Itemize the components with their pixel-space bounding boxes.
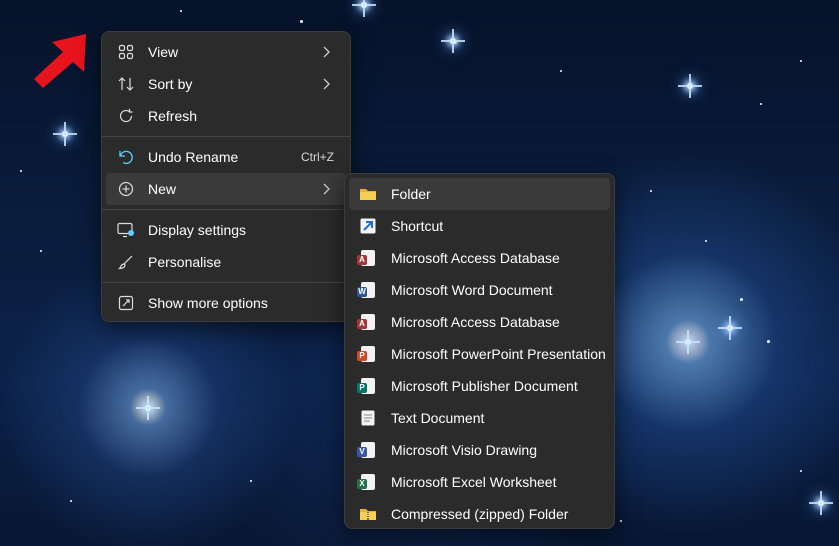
submenu-item-label: Compressed (zipped) Folder <box>391 506 569 522</box>
bright-star <box>718 316 742 340</box>
menu-item-label: Show more options <box>148 295 268 311</box>
star <box>650 190 652 192</box>
menu-item-label: View <box>148 44 179 60</box>
menu-item-view[interactable]: View <box>106 36 346 68</box>
menu-item-new[interactable]: New <box>106 173 346 205</box>
plus-circle-icon <box>117 180 135 198</box>
submenu-item-access-database[interactable]: A Microsoft Access Database <box>349 242 610 274</box>
menu-item-label: Display settings <box>148 222 247 238</box>
bright-star <box>676 330 700 354</box>
shortcut-icon <box>359 217 377 235</box>
bright-star <box>441 29 465 53</box>
star <box>800 470 802 472</box>
submenu-item-folder[interactable]: Folder <box>349 178 610 210</box>
submenu-item-label: Shortcut <box>391 218 444 234</box>
zip-folder-icon <box>359 505 377 523</box>
publisher-icon: P <box>357 377 377 395</box>
submenu-item-shortcut[interactable]: Shortcut <box>349 210 610 242</box>
chevron-right-icon <box>323 46 330 58</box>
submenu-item-access-database-2[interactable]: A Microsoft Access Database <box>349 306 610 338</box>
menu-separator <box>102 209 350 210</box>
brush-icon <box>117 253 135 271</box>
submenu-item-label: Text Document <box>391 410 485 426</box>
submenu-item-zip-folder[interactable]: Compressed (zipped) Folder <box>349 498 610 530</box>
menu-separator <box>102 282 350 283</box>
star <box>560 70 562 72</box>
red-arrow-icon <box>34 34 86 88</box>
star <box>705 240 707 242</box>
word-icon: W <box>357 281 377 299</box>
star <box>800 60 802 62</box>
bright-star <box>352 0 376 17</box>
refresh-icon <box>117 107 135 125</box>
star <box>767 340 770 343</box>
shortcut-hint: Ctrl+Z <box>301 150 334 164</box>
display-icon <box>117 221 135 239</box>
menu-item-label: Refresh <box>148 108 198 124</box>
menu-item-personalise[interactable]: Personalise <box>106 246 346 278</box>
menu-item-label: New <box>148 181 177 197</box>
text-document-icon <box>359 409 377 427</box>
submenu-item-excel[interactable]: X Microsoft Excel Worksheet <box>349 466 610 498</box>
star <box>620 520 622 522</box>
submenu-item-powerpoint[interactable]: P Microsoft PowerPoint Presentation <box>349 338 610 370</box>
submenu-item-publisher[interactable]: P Microsoft Publisher Document <box>349 370 610 402</box>
star <box>180 10 182 12</box>
show-more-icon <box>117 294 135 312</box>
new-submenu: Folder Shortcut A Microsoft Access Datab… <box>344 173 615 529</box>
submenu-item-label: Microsoft Visio Drawing <box>391 442 538 458</box>
menu-item-label: Personalise <box>148 254 222 270</box>
excel-icon: X <box>357 473 377 491</box>
bright-star <box>809 491 833 515</box>
star <box>70 500 72 502</box>
chevron-right-icon <box>323 78 330 90</box>
submenu-item-word-document[interactable]: W Microsoft Word Document <box>349 274 610 306</box>
menu-item-refresh[interactable]: Refresh <box>106 100 346 132</box>
menu-item-show-more-options[interactable]: Show more options <box>106 287 346 319</box>
star <box>740 298 743 301</box>
bright-star <box>136 396 160 420</box>
bright-star <box>678 74 702 98</box>
access-icon: A <box>357 313 377 331</box>
star <box>300 20 303 23</box>
menu-item-label: Sort by <box>148 76 193 92</box>
submenu-item-label: Microsoft PowerPoint Presentation <box>391 346 606 362</box>
submenu-item-label: Microsoft Access Database <box>391 314 560 330</box>
desktop-context-menu: View Sort by Refresh Undo Rename Ctrl+Z … <box>101 31 351 322</box>
star <box>40 250 42 252</box>
chevron-right-icon <box>323 183 330 195</box>
powerpoint-icon: P <box>357 345 377 363</box>
menu-item-sort-by[interactable]: Sort by <box>106 68 346 100</box>
star <box>760 103 762 105</box>
visio-icon: V <box>357 441 377 459</box>
grid-icon <box>117 43 135 61</box>
access-icon: A <box>357 249 377 267</box>
undo-icon <box>117 148 135 166</box>
folder-icon <box>359 185 377 203</box>
menu-item-display-settings[interactable]: Display settings <box>106 214 346 246</box>
menu-item-undo-rename[interactable]: Undo Rename Ctrl+Z <box>106 141 346 173</box>
star <box>250 480 252 482</box>
submenu-item-label: Microsoft Excel Worksheet <box>391 474 557 490</box>
sort-icon <box>117 75 135 93</box>
menu-separator <box>102 136 350 137</box>
submenu-item-label: Folder <box>391 186 431 202</box>
submenu-item-text-document[interactable]: Text Document <box>349 402 610 434</box>
submenu-item-label: Microsoft Publisher Document <box>391 378 578 394</box>
submenu-item-label: Microsoft Word Document <box>391 282 553 298</box>
bright-star <box>53 122 77 146</box>
submenu-item-visio[interactable]: V Microsoft Visio Drawing <box>349 434 610 466</box>
star <box>20 170 22 172</box>
submenu-item-label: Microsoft Access Database <box>391 250 560 266</box>
